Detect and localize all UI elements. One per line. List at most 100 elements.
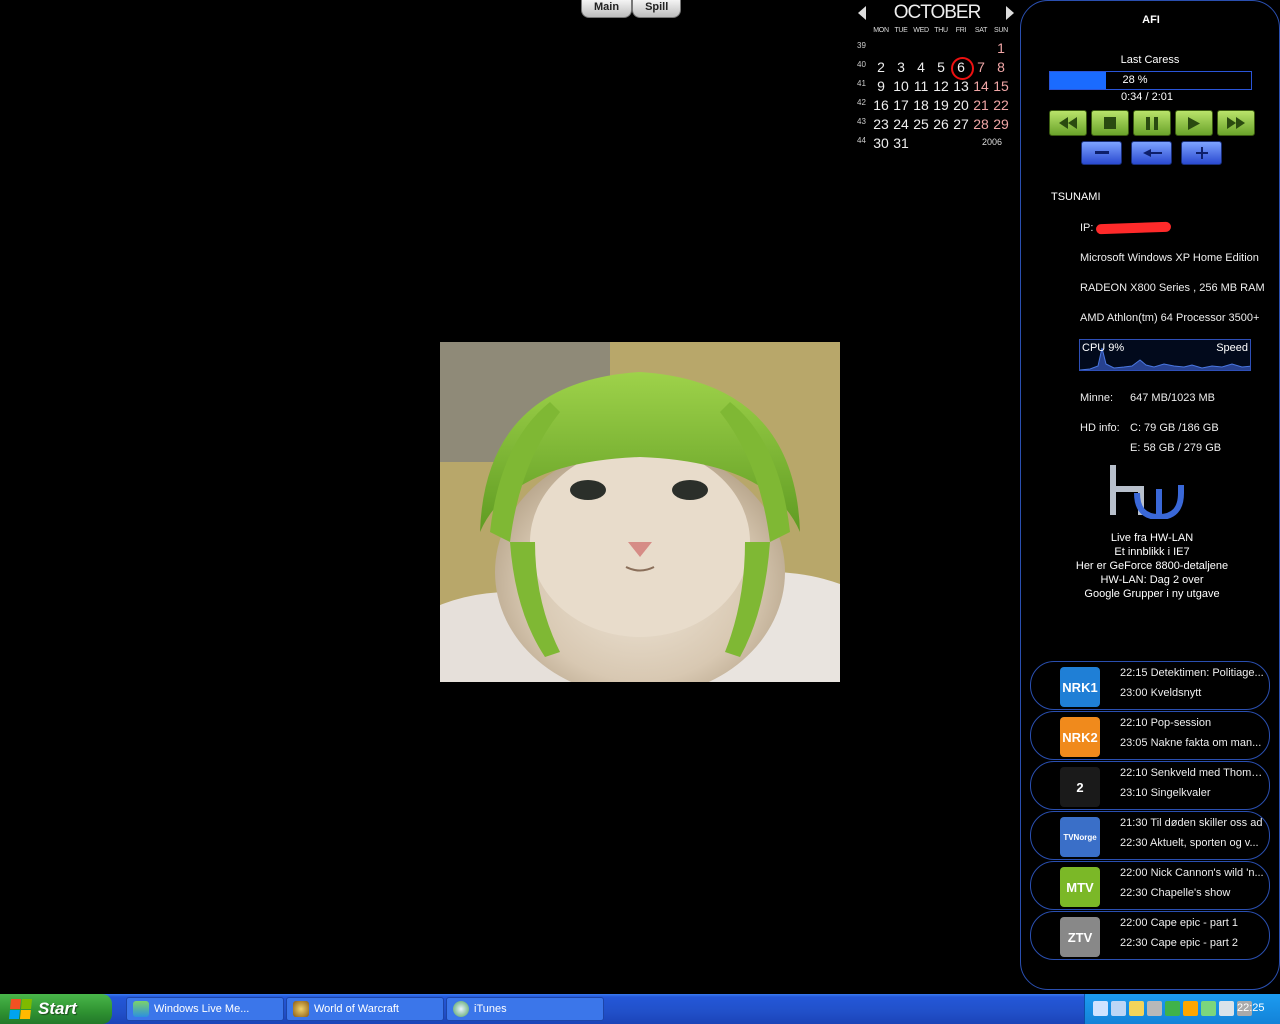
tray-app-icon[interactable]	[1093, 1001, 1108, 1016]
taskbar-clock: 22:25	[1237, 1002, 1265, 1014]
calendar-day[interactable]: 5	[931, 58, 951, 77]
calendar-day[interactable]: 3	[891, 58, 911, 77]
calendar-day[interactable]: 7	[971, 58, 991, 77]
mute-button[interactable]	[1131, 141, 1172, 165]
fast-forward-button[interactable]	[1217, 110, 1255, 136]
calendar-day[interactable]: 13	[951, 77, 971, 96]
calendar-day[interactable]: 15	[991, 77, 1011, 96]
calendar-day[interactable]: 27	[951, 115, 971, 134]
calendar-day[interactable]: 24	[891, 115, 911, 134]
calendar-day[interactable]: 12	[931, 77, 951, 96]
tv-listing-item[interactable]: ZTV 22:00 Cape epic - part 1 22:30 Cape ep…	[1030, 911, 1270, 960]
calendar-day[interactable]: 19	[931, 96, 951, 115]
task-world-of-warcraft[interactable]: World of Warcraft	[286, 997, 444, 1021]
security-icon[interactable]	[1219, 1001, 1234, 1016]
taskbar: Start Windows Live Me... World of Warcra…	[0, 994, 1280, 1024]
calendar-day[interactable]: 11	[911, 77, 931, 96]
calendar-day[interactable]: 18	[911, 96, 931, 115]
warcraft-icon	[293, 1001, 309, 1017]
volume-controls	[1081, 141, 1222, 165]
calendar-day	[891, 39, 911, 58]
calendar-header: OCTOBER	[855, 2, 1020, 24]
calendar-day[interactable]: 1	[991, 39, 1011, 58]
calendar-day[interactable]: 25	[911, 115, 931, 134]
tab-spill[interactable]: Spill	[632, 0, 682, 18]
calendar-month: OCTOBER	[893, 2, 982, 23]
download-icon[interactable]	[1183, 1001, 1198, 1016]
calendar-day[interactable]: 9	[871, 77, 891, 96]
calendar-day[interactable]: 4	[911, 58, 931, 77]
next-month-arrow-icon[interactable]	[1006, 6, 1014, 20]
mute-icon	[1142, 149, 1162, 157]
calendar-day[interactable]: 20	[951, 96, 971, 115]
track-progress-bar[interactable]: 28 %	[1049, 71, 1252, 90]
calendar-week-row: 16 17 18 19 20 21 22	[871, 96, 1011, 115]
task-itunes[interactable]: iTunes	[446, 997, 604, 1021]
disk-icon[interactable]	[1147, 1001, 1162, 1016]
volume-down-icon	[1094, 151, 1109, 154]
calendar-day	[951, 134, 971, 153]
calendar-week-row: 1	[871, 39, 1011, 58]
news-item[interactable]: HW-LAN: Dag 2 over	[1021, 573, 1280, 587]
news-item[interactable]: Et innblikk i IE7	[1021, 545, 1280, 559]
news-item[interactable]: Live fra HW-LAN	[1021, 531, 1280, 545]
stop-button[interactable]	[1091, 110, 1129, 136]
tv-listing-item[interactable]: MTV 22:00 Nick Cannon's wild 'n... 22:30 C…	[1030, 861, 1270, 910]
news-item[interactable]: Google Grupper i ny utgave	[1021, 587, 1280, 601]
calendar-week-row: 9 10 11 12 13 14 15	[871, 77, 1011, 96]
task-label: World of Warcraft	[314, 1003, 399, 1015]
weekday-label: SAT	[974, 27, 988, 34]
tv-program-now: 22:10 Pop-session	[1120, 717, 1212, 729]
volume-down-button[interactable]	[1081, 141, 1122, 165]
now-playing-track: Last Caress	[1120, 54, 1180, 66]
network-share-icon[interactable]	[1165, 1001, 1180, 1016]
tab-main[interactable]: Main	[581, 0, 633, 18]
task-windows-live-messenger[interactable]: Windows Live Me...	[126, 997, 284, 1021]
prev-month-arrow-icon[interactable]	[858, 6, 866, 20]
calendar-day[interactable]: 8	[991, 58, 1011, 77]
pause-button[interactable]	[1133, 110, 1171, 136]
tv-program-now: 22:00 Nick Cannon's wild 'n...	[1120, 867, 1264, 879]
tv-listing-item[interactable]: TVNorge 21:30 Til døden skiller oss ad 22:…	[1030, 811, 1270, 860]
start-button[interactable]: Start	[0, 994, 112, 1024]
calendar-day[interactable]: 31	[891, 134, 911, 153]
calendar-day	[971, 39, 991, 58]
d-app-icon[interactable]	[1201, 1001, 1216, 1016]
calendar-day[interactable]: 17	[891, 96, 911, 115]
calendar-day[interactable]: 10	[891, 77, 911, 96]
news-list: Live fra HW-LAN Et innblikk i IE7 Her er…	[1021, 531, 1280, 601]
calendar-day[interactable]: 23	[871, 115, 891, 134]
tv-listing-item[interactable]: NRK1 22:15 Detektimen: Politiage... 23:00 …	[1030, 661, 1270, 710]
task-label: iTunes	[474, 1003, 507, 1015]
user-icon[interactable]	[1129, 1001, 1144, 1016]
calendar-day[interactable]: 16	[871, 96, 891, 115]
calendar-day	[911, 134, 931, 153]
calendar-day[interactable]: 2	[871, 58, 891, 77]
calendar-day[interactable]: 30	[871, 134, 891, 153]
calendar-day[interactable]: 22	[991, 96, 1011, 115]
weekday-label: SUN	[994, 27, 1008, 34]
calendar-day[interactable]: 26	[931, 115, 951, 134]
tv-listing-item[interactable]: 2 22:10 Senkveld med Thoma... 23:10 Singel…	[1030, 761, 1270, 810]
calendar-day[interactable]: 14	[971, 77, 991, 96]
rewind-button[interactable]	[1049, 110, 1087, 136]
play-button[interactable]	[1175, 110, 1213, 136]
network-icon[interactable]	[1111, 1001, 1126, 1016]
tv-program-now: 22:15 Detektimen: Politiage...	[1120, 667, 1264, 679]
calendar-day[interactable]: 29	[991, 115, 1011, 134]
rewind-icon	[1059, 117, 1077, 129]
calendar-day-today[interactable]: 6	[951, 57, 974, 80]
tv-program-next: 22:30 Aktuelt, sporten og v...	[1120, 837, 1259, 849]
volume-up-button[interactable]	[1181, 141, 1222, 165]
calendar-day[interactable]: 21	[971, 96, 991, 115]
tv-program-now: 21:30 Til døden skiller oss ad	[1120, 817, 1263, 829]
start-label: Start	[38, 999, 77, 1018]
news-item[interactable]: Her er GeForce 8800-detaljene	[1021, 559, 1280, 573]
week-number: 40	[857, 60, 866, 69]
calendar-day	[931, 39, 951, 58]
week-number: 39	[857, 41, 866, 50]
tv-listing-item[interactable]: NRK2 22:10 Pop-session 23:05 Nakne fakta o…	[1030, 711, 1270, 760]
hw-logo-icon[interactable]	[1107, 463, 1185, 521]
calendar-day[interactable]: 28	[971, 115, 991, 134]
cpu-graph: CPU 9% Speed	[1079, 339, 1251, 371]
